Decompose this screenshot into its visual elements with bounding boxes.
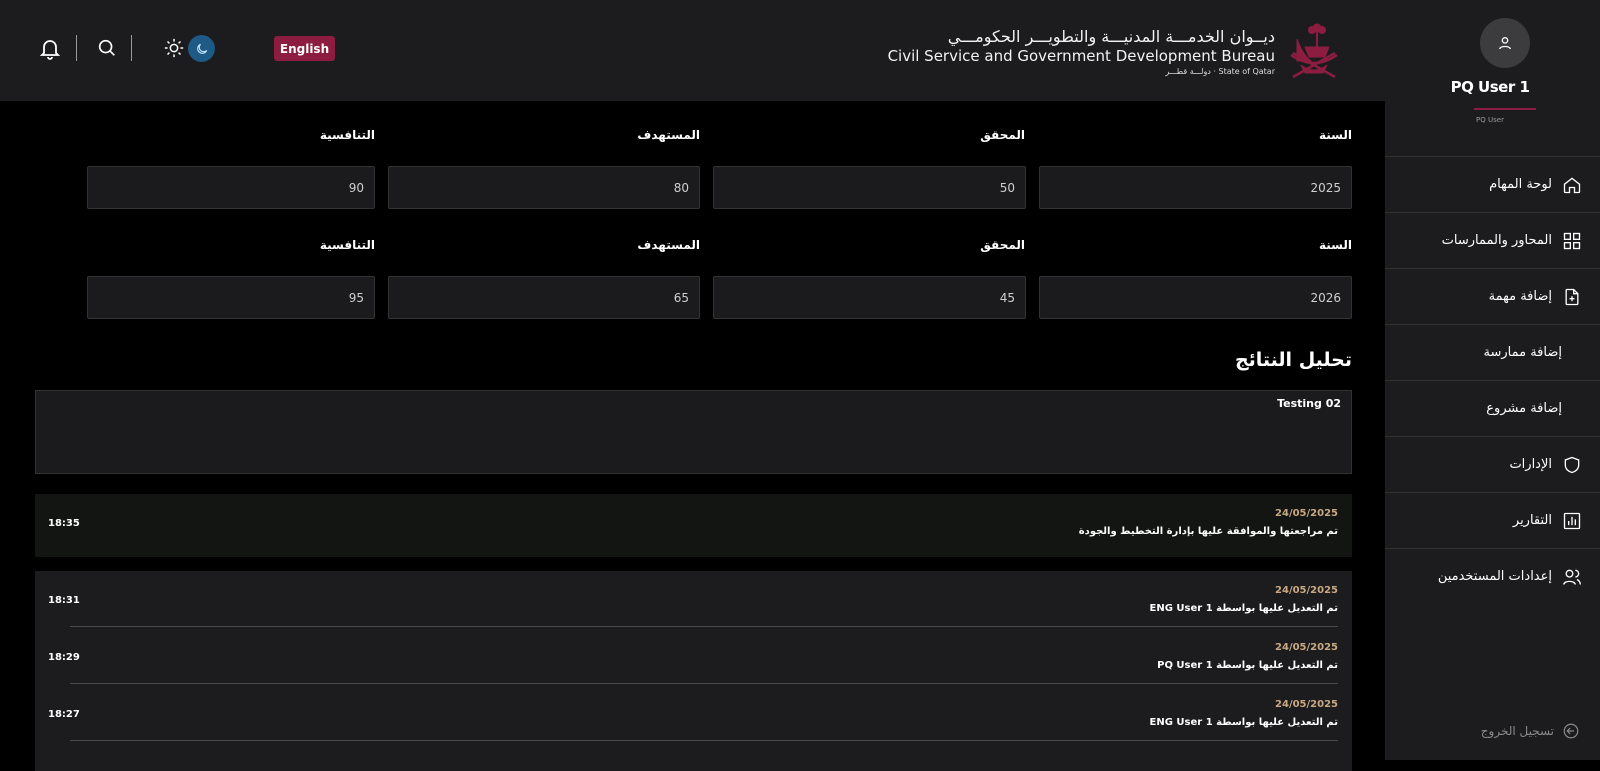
history-date: 24/05/2025 — [1275, 585, 1338, 596]
history-item: 24/05/2025 تم التعديل عليها بواسطة PQ Us… — [35, 628, 1352, 684]
shield-icon — [1564, 456, 1580, 473]
history-time: 18:35 — [48, 518, 80, 529]
sidebar-item-label: الإدارات — [1509, 457, 1552, 472]
logout-button[interactable]: تسجيل الخروج — [1481, 722, 1580, 740]
competitive-input[interactable] — [87, 276, 375, 319]
file-plus-icon — [1565, 288, 1579, 305]
top-header: English ديــوان الخدمـــة المدنيـــة وال… — [0, 0, 1385, 101]
history-divider — [70, 683, 1338, 684]
brand-arabic-name: ديــوان الخدمـــة المدنيـــة والتطويـــر… — [947, 26, 1275, 46]
year-label: السنة — [1318, 238, 1352, 252]
sidebar-item-label: التقارير — [1512, 513, 1552, 528]
header-divider — [131, 35, 132, 61]
year-input[interactable] — [1039, 276, 1352, 319]
competitive-input[interactable] — [87, 166, 375, 209]
achieved-label: المحقق — [980, 128, 1025, 142]
home-icon — [1563, 176, 1581, 193]
logout-label: تسجيل الخروج — [1480, 724, 1554, 738]
target-input[interactable] — [388, 166, 700, 209]
history-text: تم مراجعتها والموافقة عليها بإدارة التخط… — [1078, 526, 1338, 537]
sidebar-item-label: إضافة مهمة — [1488, 289, 1552, 304]
sidebar-item-user-settings[interactable]: إعدادات المستخدمين — [1385, 548, 1600, 604]
moon-icon — [196, 43, 207, 54]
target-label: المستهدف — [637, 238, 700, 252]
sidebar-item-add-project[interactable]: إضافة مشروع — [1385, 380, 1600, 436]
sidebar-item-label: المحاور والممارسات — [1441, 233, 1552, 248]
history-text: تم التعديل عليها بواسطة ENG User 1 — [1149, 603, 1338, 614]
achieved-label: المحقق — [980, 238, 1025, 252]
sidebar-item-add-task[interactable]: إضافة مهمة — [1385, 268, 1600, 324]
brand-english-name: Civil Service and Government Development… — [887, 46, 1275, 65]
target-label: المستهدف — [637, 128, 700, 142]
achieved-input[interactable] — [713, 276, 1026, 319]
history-list: 24/05/2025 تم التعديل عليها بواسطة ENG U… — [35, 571, 1352, 771]
history-item: 24/05/2025 تم التعديل عليها بواسطة ENG U… — [35, 571, 1352, 627]
user-name: PQ User 1 — [1450, 78, 1530, 96]
history-item: 24/05/2025 تم التعديل عليها بواسطة ENG U… — [35, 685, 1352, 741]
history-text: تم التعديل عليها بواسطة ENG User 1 — [1149, 717, 1338, 728]
history-divider — [70, 626, 1338, 627]
sidebar-item-label: إعدادات المستخدمين — [1437, 569, 1552, 584]
qatar-emblem-logo — [1290, 23, 1338, 79]
history-time: 18:29 — [48, 652, 80, 663]
sidebar: PQ User 1 PQ User لوحة المهام المحاور وا… — [1385, 0, 1600, 760]
year-input[interactable] — [1039, 166, 1352, 209]
history-text: تم التعديل عليها بواسطة PQ User 1 — [1157, 660, 1338, 671]
results-analysis-title: تحليل النتائج — [1234, 349, 1352, 371]
user-avatar[interactable] — [1480, 18, 1530, 68]
sidebar-item-dashboard[interactable]: لوحة المهام — [1385, 156, 1600, 212]
bell-icon[interactable] — [38, 36, 62, 60]
history-item-highlighted: 24/05/2025 تم مراجعتها والموافقة عليها ب… — [35, 494, 1352, 557]
brand-state-text: State of Qatar · دولـــة قطـــر — [1165, 66, 1275, 76]
sidebar-item-label: إضافة مشروع — [1486, 401, 1562, 416]
sidebar-item-label: لوحة المهام — [1489, 177, 1552, 192]
history-time: 18:27 — [48, 709, 80, 720]
history-time: 18:31 — [48, 595, 80, 606]
sidebar-item-label: إضافة ممارسة — [1483, 345, 1562, 360]
year-label: السنة — [1318, 128, 1352, 142]
target-input[interactable] — [388, 276, 700, 319]
sidebar-item-reports[interactable]: التقارير — [1385, 492, 1600, 548]
users-icon — [1563, 569, 1581, 585]
history-date: 24/05/2025 — [1275, 699, 1338, 710]
user-role: PQ User — [1476, 116, 1504, 124]
competitive-label: التنافسية — [319, 128, 375, 142]
search-icon[interactable] — [96, 37, 118, 59]
logout-icon — [1563, 723, 1579, 739]
language-toggle-button[interactable]: English — [274, 36, 335, 61]
sidebar-item-axes-practices[interactable]: المحاور والممارسات — [1385, 212, 1600, 268]
history-date: 24/05/2025 — [1275, 508, 1338, 519]
bar-chart-icon — [1563, 512, 1581, 529]
header-divider — [76, 35, 77, 61]
sidebar-item-add-practice[interactable]: إضافة ممارسة — [1385, 324, 1600, 380]
dark-mode-toggle[interactable] — [188, 35, 215, 62]
brand-logo-block: ديــوان الخدمـــة المدنيـــة والتطويـــر… — [888, 16, 1345, 86]
sidebar-item-departments[interactable]: الإدارات — [1385, 436, 1600, 492]
sidebar-nav: لوحة المهام المحاور والممارسات إضافة مهم… — [1385, 156, 1600, 604]
sun-icon[interactable] — [163, 37, 185, 59]
achieved-input[interactable] — [713, 166, 1026, 209]
competitive-label: التنافسية — [319, 238, 375, 252]
results-analysis-textarea[interactable]: Testing 02 — [35, 390, 1352, 474]
history-divider — [70, 740, 1338, 741]
grid-icon — [1563, 232, 1581, 249]
history-date: 24/05/2025 — [1275, 642, 1338, 653]
user-icon — [1499, 37, 1511, 50]
user-name-underline — [1474, 108, 1536, 110]
